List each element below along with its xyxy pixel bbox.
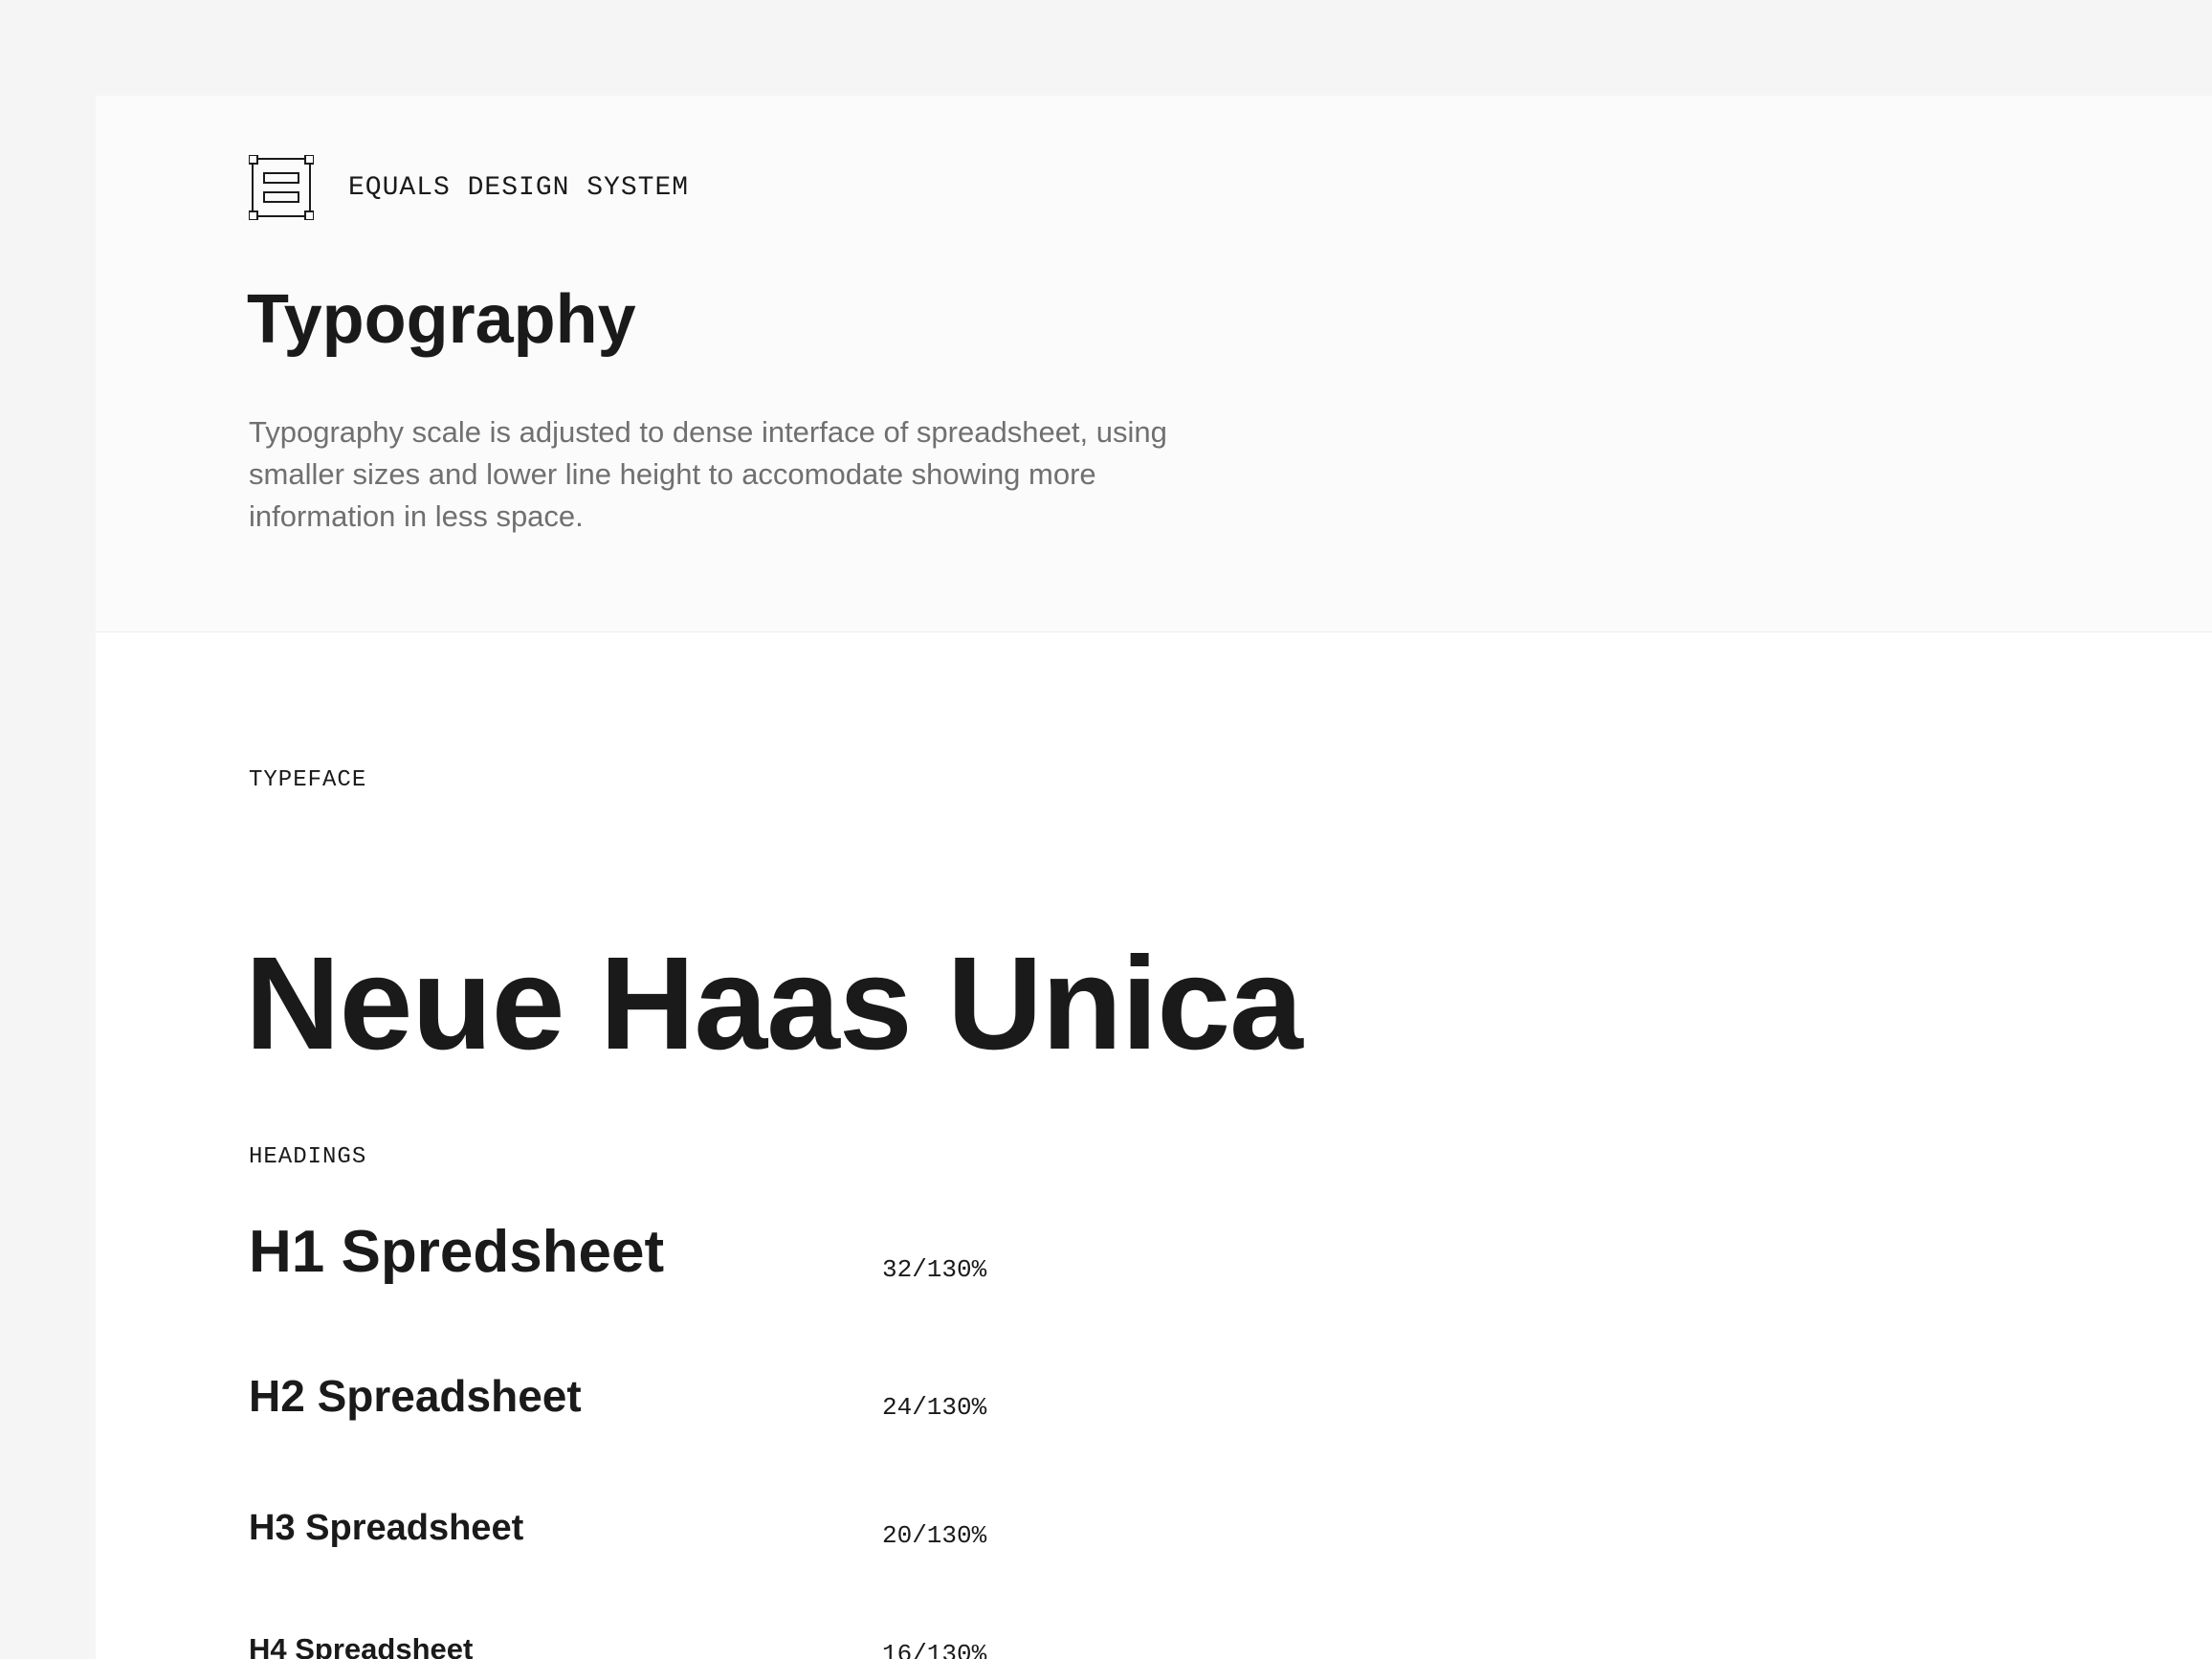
heading-spec-h2: 24/130% xyxy=(882,1393,987,1422)
design-system-page: EQUALS DESIGN SYSTEM Typography Typograp… xyxy=(96,96,2212,1659)
heading-spec-h1: 32/130% xyxy=(882,1255,987,1284)
typeface-specimen: Neue Haas Unica xyxy=(245,930,1303,1077)
page-title: Typography xyxy=(247,281,636,358)
brand-name: EQUALS DESIGN SYSTEM xyxy=(348,172,690,203)
typeface-section-label: TYPEFACE xyxy=(249,767,367,793)
heading-spec-h3: 20/130% xyxy=(882,1521,987,1550)
page-header: EQUALS DESIGN SYSTEM Typography Typograp… xyxy=(96,96,2212,632)
heading-sample-h3: H3 Spreadsheet xyxy=(249,1508,524,1548)
page-description: Typography scale is adjusted to dense in… xyxy=(249,415,1167,533)
equals-logo-icon xyxy=(249,155,314,220)
heading-spec-h4: 16/130% xyxy=(882,1640,987,1659)
heading-sample-h1: H1 Spredsheet xyxy=(249,1219,665,1285)
headings-section-label: HEADINGS xyxy=(249,1144,367,1170)
heading-sample-h2: H2 Spreadsheet xyxy=(249,1371,582,1421)
heading-sample-h4: H4 Spreadsheet xyxy=(249,1632,474,1659)
brand[interactable]: EQUALS DESIGN SYSTEM xyxy=(249,155,689,220)
